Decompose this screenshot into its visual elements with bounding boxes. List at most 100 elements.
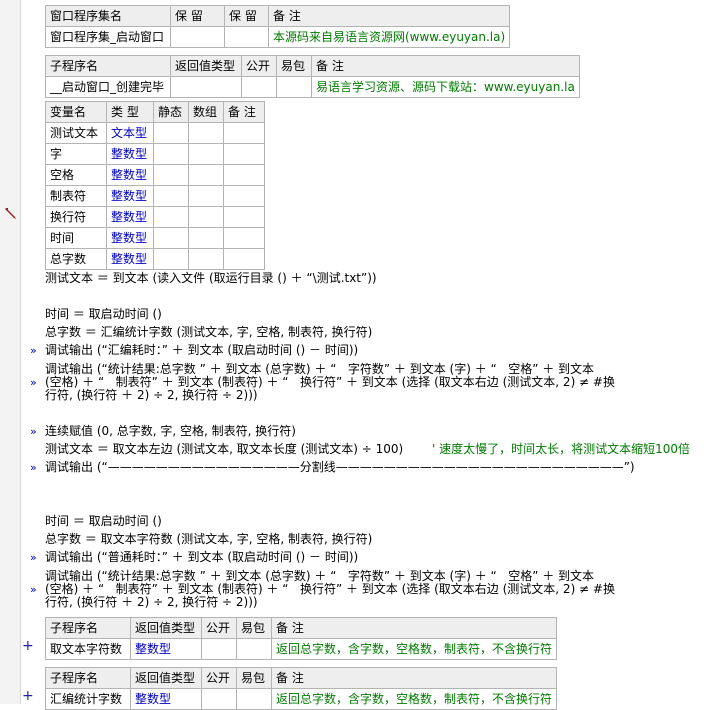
- header-cell: 返回值类型: [130, 617, 202, 639]
- debug-arrow-icon: »: [30, 376, 37, 389]
- cell[interactable]: [224, 26, 269, 48]
- header-cell: 备 注: [267, 5, 511, 27]
- header-cell: 备 注: [311, 55, 580, 77]
- var-type[interactable]: 整数型: [106, 206, 154, 228]
- debug-arrow-icon: »: [30, 461, 37, 474]
- cell[interactable]: [236, 638, 272, 660]
- debug-arrow-icon: »: [30, 425, 37, 438]
- cell[interactable]: [241, 76, 277, 98]
- table-row: 汇编统计字数 整数型 返回总字数，含字数，空格数，制表符，不含换行符: [45, 688, 558, 710]
- header-cell: 子程序名: [45, 667, 131, 689]
- remark-cell[interactable]: 返回总字数，含字数，空格数，制表符，不含换行符: [270, 688, 558, 710]
- cell[interactable]: [170, 76, 242, 98]
- subroutine-name[interactable]: __启动窗口_创建完毕: [45, 76, 171, 98]
- var-type[interactable]: 文本型: [106, 122, 154, 144]
- var-name[interactable]: 字: [45, 143, 107, 165]
- var-type[interactable]: 整数型: [106, 185, 154, 207]
- table-row: 窗口程序集_启动窗口 本源码来自易语言资源网(www.eyuyan.la): [45, 26, 511, 48]
- header-cell: 公开: [201, 667, 237, 689]
- code-line[interactable]: 时间 ＝ 取启动时间 (): [45, 308, 162, 321]
- var-type[interactable]: 整数型: [106, 227, 154, 249]
- subroutine-table: 子程序名 返回值类型 公开 易包 备 注 取文本字符数 整数型 返回总字数，含字…: [45, 617, 558, 660]
- header-cell: 公开: [201, 617, 237, 639]
- table-row: 空格 整数型: [45, 164, 265, 186]
- return-type[interactable]: 整数型: [130, 688, 202, 710]
- code-comment[interactable]: ' 速度太慢了，时间太长，将测试文本缩短100倍: [432, 443, 690, 456]
- table-header-row: 子程序名 返回值类型 公开 易包 备 注: [45, 55, 580, 77]
- table-header-row: 子程序名 返回值类型 公开 易包 备 注: [45, 667, 558, 689]
- cell[interactable]: [170, 26, 225, 48]
- table-row: 总字数 整数型: [45, 248, 265, 270]
- subroutine-name[interactable]: 汇编统计字数: [45, 688, 131, 710]
- var-type[interactable]: 整数型: [106, 248, 154, 270]
- header-cell: 返回值类型: [170, 55, 242, 77]
- remark-cell[interactable]: 返回总字数，含字数，空格数，制表符，不含换行符: [270, 638, 558, 660]
- table-row: 测试文本 文本型: [45, 122, 265, 144]
- header-cell: 子程序名: [45, 617, 131, 639]
- table-row: 时间 整数型: [45, 227, 265, 249]
- header-cell: 备 注: [270, 667, 558, 689]
- var-name[interactable]: 制表符: [45, 185, 107, 207]
- plus-expand-icon[interactable]: +: [22, 638, 34, 654]
- subroutine-table: 子程序名 返回值类型 公开 易包 备 注 __启动窗口_创建完毕 易语言学习资源…: [45, 55, 580, 98]
- var-name[interactable]: 换行符: [45, 206, 107, 228]
- table-row: 取文本字符数 整数型 返回总字数，含字数，空格数，制表符，不含换行符: [45, 638, 558, 660]
- code-line[interactable]: 总字数 ＝ 取文本字符数 (测试文本, 字, 空格, 制表符, 换行符): [45, 533, 372, 546]
- var-name[interactable]: 空格: [45, 164, 107, 186]
- header-cell: 窗口程序集名: [45, 5, 171, 27]
- program-set-name[interactable]: 窗口程序集_启动窗口: [45, 26, 171, 48]
- code-line[interactable]: 行符, (换行符 ＋ 2) ÷ 2, 换行符 ÷ 2))): [45, 389, 258, 402]
- variable-table: 变量名 类 型 静态 数组 备 注 测试文本 文本型 字整数型 空格 整数型 制表符…: [45, 101, 265, 270]
- code-line[interactable]: 调试输出 (“————————————————分割线——————————————…: [45, 461, 635, 474]
- header-cell: 易包: [236, 617, 272, 639]
- header-cell: 易包: [236, 667, 272, 689]
- header-cell: 备 注: [270, 617, 558, 639]
- debug-arrow-icon: »: [30, 344, 37, 357]
- cell[interactable]: [236, 688, 272, 710]
- var-name[interactable]: 总字数: [45, 248, 107, 270]
- var-type[interactable]: 整数型: [106, 143, 154, 165]
- header-cell: 类 型: [106, 101, 154, 123]
- var-type[interactable]: 整数型: [106, 164, 154, 186]
- header-cell: 保 留: [224, 5, 269, 27]
- debug-arrow-icon: »: [30, 583, 37, 596]
- table-header-row: 窗口程序集名 保 留 保 留 备 注: [45, 5, 511, 27]
- editor-gutter: [0, 0, 21, 704]
- cell[interactable]: [201, 638, 237, 660]
- header-cell: 公开: [241, 55, 277, 77]
- code-line[interactable]: 测试文本 ＝ 取文本左边 (测试文本, 取文本长度 (测试文本) ÷ 100): [45, 443, 403, 456]
- table-row: 字整数型: [45, 143, 265, 165]
- var-name[interactable]: 时间: [45, 227, 107, 249]
- code-line[interactable]: 行符, (换行符 ＋ 2) ÷ 2, 换行符 ÷ 2))): [45, 596, 258, 609]
- code-line[interactable]: 测试文本 ＝ 到文本 (读入文件 (取运行目录 () ＋ “\测试.txt”)): [45, 272, 377, 285]
- code-line[interactable]: 总字数 ＝ 汇编统计字数 (测试文本, 字, 空格, 制表符, 换行符): [45, 326, 372, 339]
- table-row: 制表符 整数型: [45, 185, 265, 207]
- header-cell: 静态: [153, 101, 189, 123]
- pencil-icon: [5, 208, 16, 219]
- program-set-table: 窗口程序集名 保 留 保 留 备 注 窗口程序集_启动窗口 本源码来自易语言资源…: [45, 5, 511, 48]
- code-line[interactable]: 调试输出 (“普通耗时：” ＋ 到文本 (取启动时间 () － 时间)): [45, 551, 358, 564]
- subroutine-name[interactable]: 取文本字符数: [45, 638, 131, 660]
- header-cell: 返回值类型: [130, 667, 202, 689]
- code-line[interactable]: 时间 ＝ 取启动时间 (): [45, 515, 162, 528]
- header-cell: 易包: [276, 55, 312, 77]
- header-cell: 数组: [188, 101, 224, 123]
- plus-expand-icon[interactable]: +: [22, 688, 34, 704]
- remark-cell[interactable]: 易语言学习资源、源码下载站：www.eyuyan.la: [311, 76, 580, 98]
- remark-cell[interactable]: 本源码来自易语言资源网(www.eyuyan.la): [267, 26, 511, 48]
- header-cell: 子程序名: [45, 55, 171, 77]
- debug-arrow-icon: »: [30, 551, 37, 564]
- table-row: 换行符 整数型: [45, 206, 265, 228]
- code-line[interactable]: 调试输出 (“汇编耗时：” ＋ 到文本 (取启动时间 () － 时间)): [45, 344, 358, 357]
- cell[interactable]: [201, 688, 237, 710]
- table-header-row: 变量名 类 型 静态 数组 备 注: [45, 101, 265, 123]
- cell[interactable]: [276, 76, 312, 98]
- table-header-row: 子程序名 返回值类型 公开 易包 备 注: [45, 617, 558, 639]
- return-type[interactable]: 整数型: [130, 638, 202, 660]
- code-line[interactable]: 连续赋值 (0, 总字数, 字, 空格, 制表符, 换行符): [45, 425, 296, 438]
- var-name[interactable]: 测试文本: [45, 122, 107, 144]
- table-row: __启动窗口_创建完毕 易语言学习资源、源码下载站：www.eyuyan.la: [45, 76, 580, 98]
- header-cell: 保 留: [170, 5, 225, 27]
- header-cell: 备 注: [223, 101, 265, 123]
- header-cell: 变量名: [45, 101, 107, 123]
